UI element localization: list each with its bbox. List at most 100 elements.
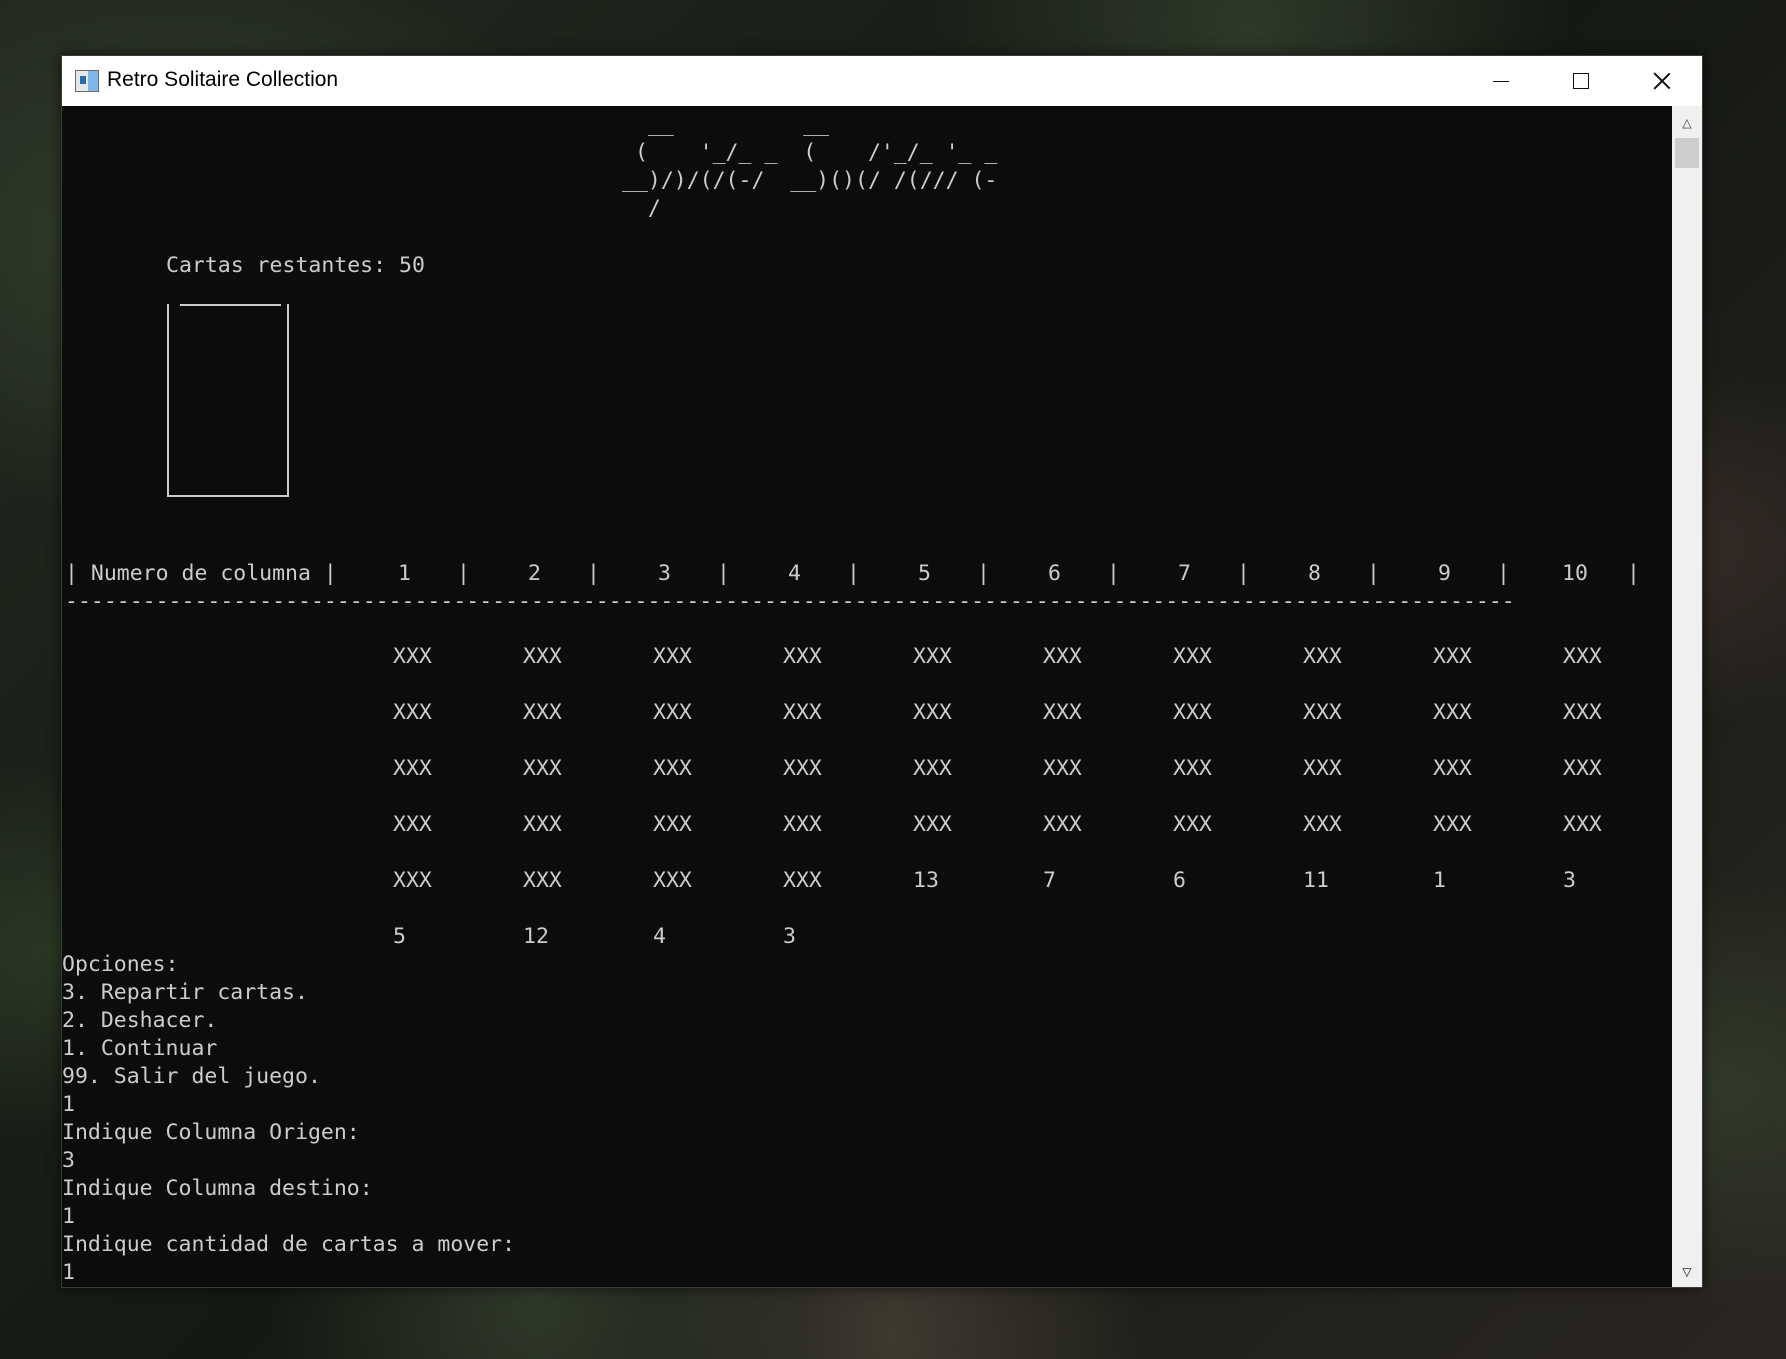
title-bar[interactable]: Retro Solitaire Collection [62, 56, 1702, 106]
stock-pile-card [167, 304, 289, 497]
table-cell: XXX [1043, 700, 1082, 725]
column-separator: | [457, 561, 470, 586]
console-line: 1 [62, 1204, 75, 1229]
maximize-icon [1573, 73, 1589, 89]
column-number-4: 4 [788, 561, 801, 586]
table-cell: XXX [783, 868, 822, 893]
scroll-up-arrow-icon[interactable]: △ [1672, 110, 1702, 134]
close-icon [1653, 72, 1671, 90]
table-cell: XXX [1433, 812, 1472, 837]
table-cell: 7 [1043, 868, 1056, 893]
column-number-7: 7 [1178, 561, 1191, 586]
table-cell: XXX [1433, 700, 1472, 725]
table-cell: XXX [1433, 644, 1472, 669]
table-cell: XXX [913, 756, 952, 781]
console-line: Opciones: [62, 952, 179, 977]
table-cell: XXX [1303, 644, 1342, 669]
column-separator: | [1627, 561, 1640, 586]
remaining-cards-label: Cartas restantes: 50 [166, 253, 425, 278]
table-cell: XXX [1563, 700, 1602, 725]
table-cell: XXX [1563, 756, 1602, 781]
table-cell: XXX [913, 812, 952, 837]
table-cell: XXX [523, 756, 562, 781]
banner-line-2: ( '_/_ _ ( /'_/_ '_ _ [622, 140, 998, 165]
table-cell: XXX [1563, 812, 1602, 837]
table-cell: XXX [913, 700, 952, 725]
column-separator: | [1497, 561, 1510, 586]
column-number-3: 3 [658, 561, 671, 586]
table-cell: 3 [783, 924, 796, 949]
console-line: 1 [62, 1260, 75, 1285]
table-cell: 13 [913, 868, 939, 893]
table-cell: XXX [523, 644, 562, 669]
table-cell: 11 [1303, 868, 1329, 893]
table-cell: XXX [523, 700, 562, 725]
column-number-10: 10 [1562, 561, 1588, 586]
table-cell: 5 [393, 924, 406, 949]
table-cell: XXX [1303, 756, 1342, 781]
table-cell: XXX [393, 700, 432, 725]
column-number-8: 8 [1308, 561, 1321, 586]
console-line: 99. Salir del juego. [62, 1064, 321, 1089]
table-cell: XXX [1173, 812, 1212, 837]
table-cell: XXX [1173, 756, 1212, 781]
banner-line-3: __)/)/(/(-/ __)()(/ /(/// (- [622, 168, 998, 193]
table-cell: XXX [783, 812, 822, 837]
console-line: 2. Deshacer. [62, 1008, 218, 1033]
window-title: Retro Solitaire Collection [107, 68, 339, 91]
table-divider: ----------------------------------------… [65, 589, 1515, 614]
table-cell: 1 [1433, 868, 1446, 893]
column-number-6: 6 [1048, 561, 1061, 586]
console-window: Retro Solitaire Collection __ __ ( '_/_ … [61, 55, 1703, 1288]
console-line: 3 [62, 1148, 75, 1173]
column-number-2: 2 [528, 561, 541, 586]
maximize-button[interactable] [1541, 56, 1621, 106]
column-separator: | [587, 561, 600, 586]
console-line: Indique Columna Origen: [62, 1120, 360, 1145]
table-cell: XXX [523, 868, 562, 893]
column-number-1: 1 [398, 561, 411, 586]
table-cell: XXX [1303, 812, 1342, 837]
table-cell: XXX [1303, 700, 1342, 725]
table-cell: 6 [1173, 868, 1186, 893]
table-cell: XXX [653, 868, 692, 893]
column-separator: | [717, 561, 730, 586]
scrollbar-thumb[interactable] [1675, 138, 1699, 168]
scroll-down-arrow-icon[interactable]: ▽ [1672, 1259, 1702, 1283]
table-cell: XXX [653, 644, 692, 669]
minimize-button[interactable] [1461, 56, 1541, 106]
vertical-scrollbar[interactable]: △ ▽ [1672, 106, 1702, 1287]
close-button[interactable] [1622, 56, 1702, 106]
table-cell: XXX [913, 644, 952, 669]
table-cell: XXX [1043, 812, 1082, 837]
table-cell: XXX [393, 812, 432, 837]
table-cell: XXX [523, 812, 562, 837]
table-cell: XXX [783, 700, 822, 725]
console-line: 1. Continuar [62, 1036, 218, 1061]
column-separator: | [977, 561, 990, 586]
table-cell: XXX [393, 644, 432, 669]
table-cell: 4 [653, 924, 666, 949]
console-line: 1 [62, 1092, 75, 1117]
table-cell: XXX [1563, 644, 1602, 669]
console-line: 3. Repartir cartas. [62, 980, 308, 1005]
terminal-app-icon [75, 70, 99, 92]
table-cell: XXX [653, 700, 692, 725]
console-line: Indique cantidad de cartas a mover: [62, 1232, 516, 1257]
banner-line-4: / [622, 196, 661, 221]
table-cell: XXX [1173, 700, 1212, 725]
table-cell: 3 [1563, 868, 1576, 893]
table-cell: XXX [393, 756, 432, 781]
table-cell: XXX [653, 812, 692, 837]
column-separator: | [1367, 561, 1380, 586]
banner-line-1: __ __ [622, 112, 830, 137]
table-cell: XXX [653, 756, 692, 781]
table-cell: XXX [783, 644, 822, 669]
table-header-label: | Numero de columna | [65, 561, 337, 586]
column-number-9: 9 [1438, 561, 1451, 586]
column-number-5: 5 [918, 561, 931, 586]
column-separator: | [1237, 561, 1250, 586]
table-cell: XXX [783, 756, 822, 781]
console-line: Indique Columna destino: [62, 1176, 373, 1201]
console-output[interactable]: __ __ ( '_/_ _ ( /'_/_ '_ _ __)/)/(/(-/ … [62, 106, 1672, 1287]
